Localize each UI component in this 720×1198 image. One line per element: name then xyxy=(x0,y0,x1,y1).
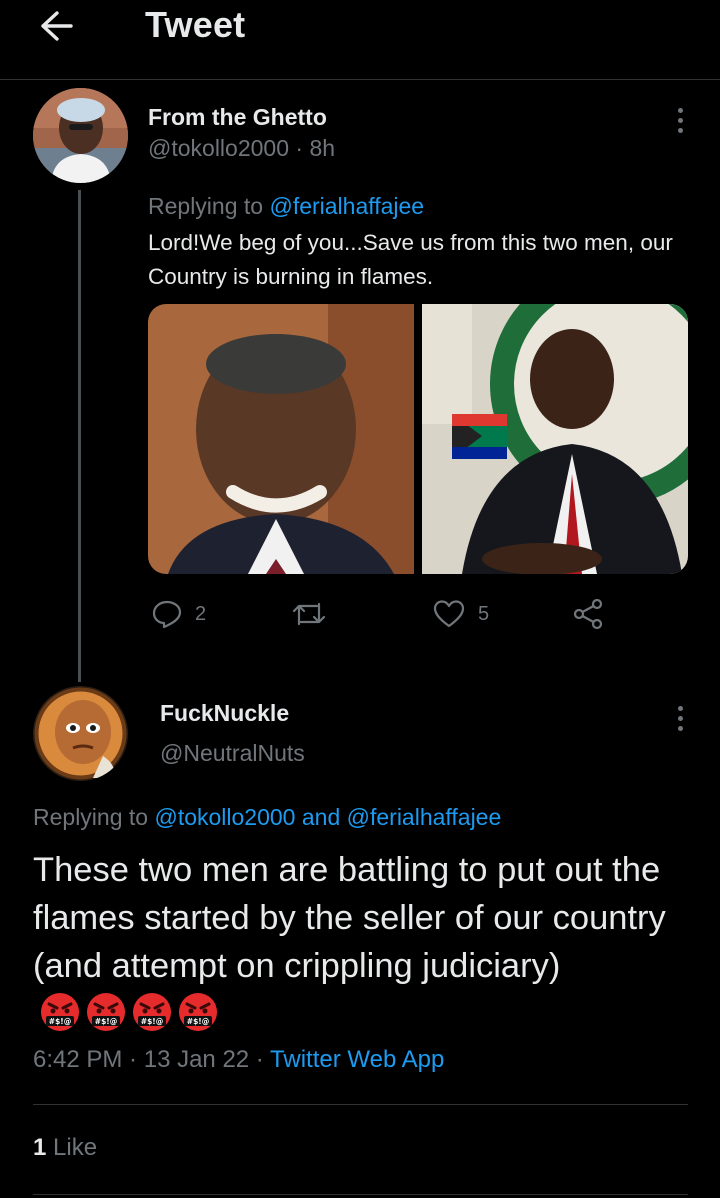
replying-to-line: Replying to @ferialhaffajee xyxy=(148,193,424,220)
tweet-source[interactable]: Twitter Web App xyxy=(270,1046,444,1073)
svg-text:#$!@: #$!@ xyxy=(187,1017,209,1026)
separator-dot: · xyxy=(249,1046,271,1073)
photo-1[interactable] xyxy=(148,304,414,574)
reply-count: 2 xyxy=(195,602,207,625)
svg-text:#$!@: #$!@ xyxy=(49,1017,71,1026)
top-bar: Tweet xyxy=(0,0,720,80)
face-with-symbols-on-mouth-icon: #$!@ xyxy=(131,991,173,1033)
tweet-meta: 6:42 PM · 13 Jan 22 · Twitter Web App xyxy=(33,1046,444,1074)
tweet-time[interactable]: 6:42 PM xyxy=(33,1046,122,1073)
reply-button[interactable]: 2 xyxy=(151,592,206,636)
retweet-button[interactable] xyxy=(290,592,340,636)
mention-link[interactable]: @ferialhaffajee xyxy=(269,193,424,219)
mention-link[interactable]: @ferialhaffajee xyxy=(347,804,502,830)
more-options-button[interactable] xyxy=(665,698,695,738)
page-title: Tweet xyxy=(145,4,246,45)
face-with-symbols-on-mouth-icon: #$!@ xyxy=(39,991,81,1033)
like-button[interactable]: 5 xyxy=(432,592,489,636)
thread-connector-line xyxy=(78,190,81,682)
timestamp[interactable]: 8h xyxy=(309,135,335,161)
reply-icon xyxy=(152,600,182,629)
emoji-group: #$!@ #$!@ #$!@ #$!@ xyxy=(39,991,219,1033)
tweet-text: These two men are battling to put out th… xyxy=(33,846,693,1038)
share-icon xyxy=(573,598,603,630)
divider xyxy=(33,1194,688,1195)
mention-link[interactable]: @tokollo2000 xyxy=(154,804,295,830)
avatar[interactable] xyxy=(33,88,128,183)
retweet-icon xyxy=(292,602,326,626)
more-options-button[interactable] xyxy=(665,100,695,140)
arrow-left-icon xyxy=(41,11,73,41)
author-name[interactable]: From the Ghetto xyxy=(148,104,327,131)
back-button[interactable] xyxy=(34,6,78,46)
tweet-text: Lord!We beg of you...Save us from this t… xyxy=(148,230,673,289)
heart-icon xyxy=(433,600,465,628)
likes-summary[interactable]: 1 Like xyxy=(33,1134,97,1162)
likes-count: 1 xyxy=(33,1134,47,1161)
separator-dot: · xyxy=(122,1046,144,1073)
author-handle[interactable]: @tokollo2000 xyxy=(148,135,289,161)
like-count: 5 xyxy=(478,602,490,625)
divider xyxy=(33,1104,688,1105)
author-handle[interactable]: @NeutralNuts xyxy=(160,740,305,767)
likes-label: Like xyxy=(53,1134,98,1161)
separator-dot: · xyxy=(289,135,310,161)
svg-text:#$!@: #$!@ xyxy=(95,1017,117,1026)
replying-label: Replying to xyxy=(33,804,155,830)
author-handle-time: @tokollo2000 · 8h xyxy=(148,135,335,162)
share-button[interactable] xyxy=(571,592,605,636)
replying-label: Replying to xyxy=(148,193,270,219)
replying-to-line: Replying to @tokollo2000 and @ferialhaff… xyxy=(33,804,501,831)
face-with-symbols-on-mouth-icon: #$!@ xyxy=(85,991,127,1033)
avatar[interactable] xyxy=(33,686,128,781)
tweet-media[interactable] xyxy=(148,304,688,574)
author-name[interactable]: FuckNuckle xyxy=(160,700,289,727)
tweet-date[interactable]: 13 Jan 22 xyxy=(144,1046,249,1073)
svg-text:#$!@: #$!@ xyxy=(141,1017,163,1026)
photo-2[interactable] xyxy=(422,304,688,574)
and-separator[interactable]: and xyxy=(295,804,346,830)
tweet-body: These two men are battling to put out th… xyxy=(33,851,666,985)
face-with-symbols-on-mouth-icon: #$!@ xyxy=(177,991,219,1033)
